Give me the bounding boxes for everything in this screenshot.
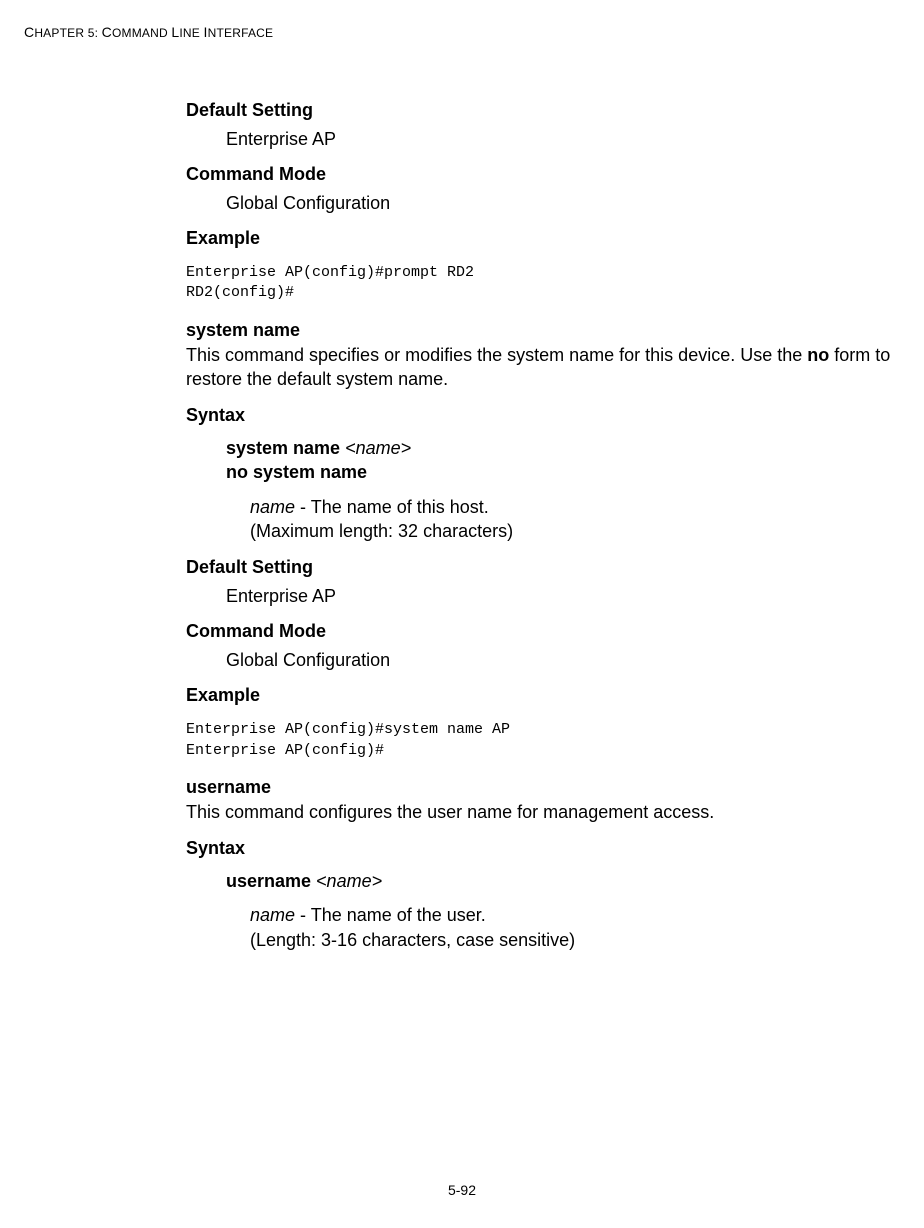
username-description: This command configures the user name fo… — [186, 800, 900, 824]
username-param-note: (Length: 3-16 characters, case sensitive… — [250, 928, 900, 952]
username-param-name: name — [250, 905, 295, 925]
page-number: 5-92 — [0, 1182, 924, 1198]
system-name-description: This command specifies or modifies the s… — [186, 343, 900, 392]
default-setting-1-value: Enterprise AP — [186, 129, 900, 150]
example-2-code: Enterprise AP(config)#system name AP Ent… — [186, 720, 900, 761]
username-syntax-title: Syntax — [186, 838, 900, 859]
system-name-desc-pre: This command specifies or modifies the s… — [186, 345, 807, 365]
system-name-param-block: name - The name of this host. (Maximum l… — [186, 495, 900, 544]
default-setting-2-value: Enterprise AP — [186, 586, 900, 607]
default-setting-1-title: Default Setting — [186, 100, 900, 121]
username-syntax-line-1: username <name> — [226, 869, 900, 893]
system-name-syntax-l1-bold: system name — [226, 438, 340, 458]
username-syntax-block: username <name> — [186, 869, 900, 893]
example-1-title: Example — [186, 228, 900, 249]
system-name-title: system name — [186, 320, 900, 341]
example-1-code: Enterprise AP(config)#prompt RD2 RD2(con… — [186, 263, 900, 304]
username-syntax-l1-arg: <name> — [311, 871, 382, 891]
system-name-syntax-block: system name <name> no system name — [186, 436, 900, 485]
system-name-syntax-line-2: no system name — [226, 460, 900, 484]
system-name-param-line-1: name - The name of this host. — [250, 495, 900, 519]
system-name-syntax-l2-bold: no system name — [226, 462, 367, 482]
system-name-desc-bold: no — [807, 345, 829, 365]
username-title: username — [186, 777, 900, 798]
default-setting-2-title: Default Setting — [186, 557, 900, 578]
running-header: CHAPTER 5: COMMAND LINE INTERFACE — [0, 24, 924, 40]
command-mode-1-title: Command Mode — [186, 164, 900, 185]
system-name-param-name: name — [250, 497, 295, 517]
system-name-syntax-title: Syntax — [186, 405, 900, 426]
page-content: Default Setting Enterprise AP Command Mo… — [0, 40, 924, 952]
username-param-block: name - The name of the user. (Length: 3-… — [186, 903, 900, 952]
username-syntax-l1-bold: username — [226, 871, 311, 891]
command-mode-2-title: Command Mode — [186, 621, 900, 642]
username-param-line-1: name - The name of the user. — [250, 903, 900, 927]
system-name-param-note: (Maximum length: 32 characters) — [250, 519, 900, 543]
example-2-title: Example — [186, 685, 900, 706]
system-name-syntax-line-1: system name <name> — [226, 436, 900, 460]
system-name-param-rest: - The name of this host. — [295, 497, 489, 517]
username-param-rest: - The name of the user. — [295, 905, 486, 925]
command-mode-2-value: Global Configuration — [186, 650, 900, 671]
command-mode-1-value: Global Configuration — [186, 193, 900, 214]
system-name-syntax-l1-arg: <name> — [340, 438, 411, 458]
